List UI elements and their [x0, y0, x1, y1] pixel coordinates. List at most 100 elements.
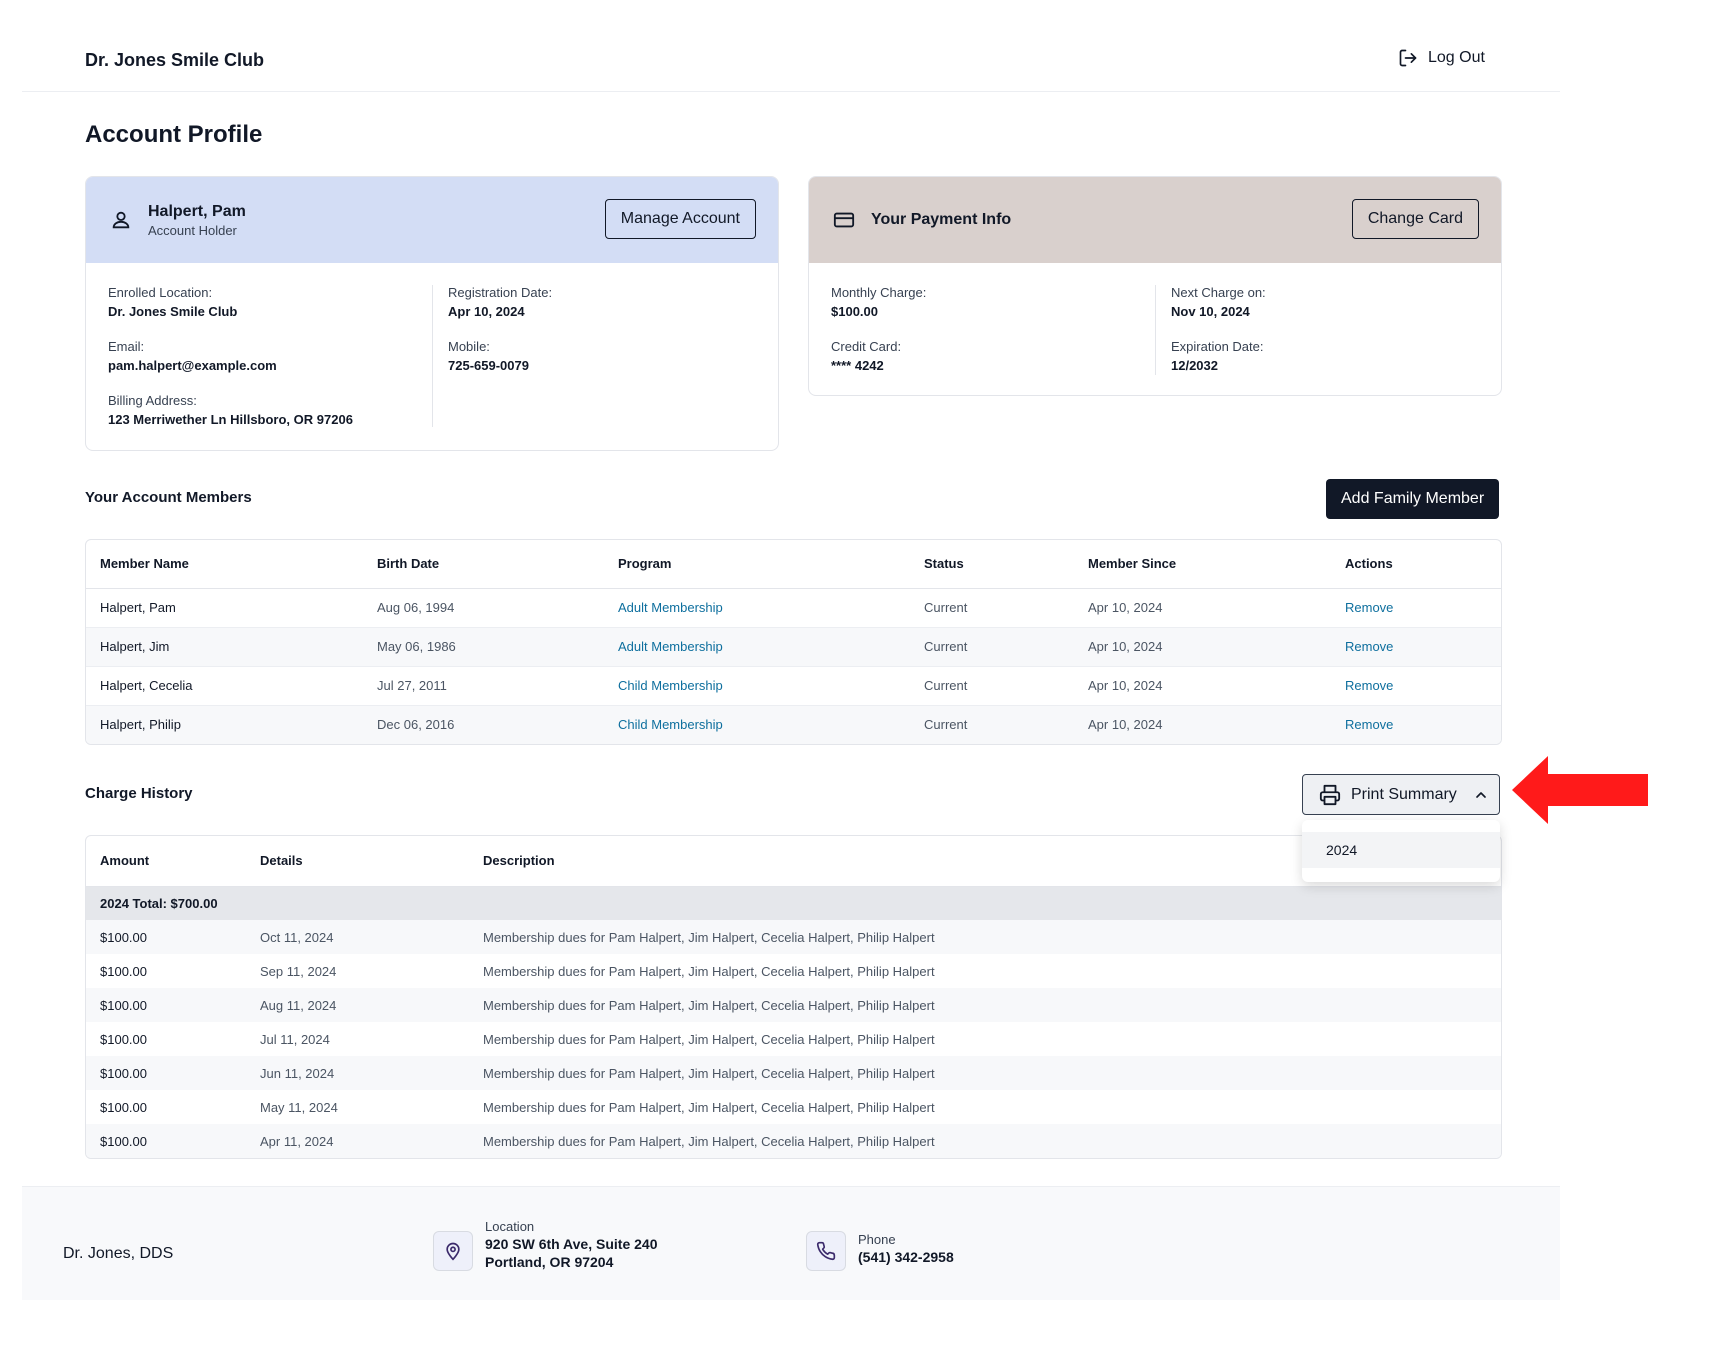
column-divider [1155, 285, 1156, 375]
footer-location-label: Location [485, 1219, 535, 1234]
user-icon [108, 207, 134, 233]
charge-date: Oct 11, 2024 [260, 929, 334, 945]
dropdown-option-year[interactable]: 2024 [1302, 832, 1500, 868]
charge-description: Membership dues for Pam Halpert, Jim Hal… [483, 1031, 935, 1047]
top-bar: Dr. Jones Smile Club Log Out [22, 0, 1560, 92]
member-status: Current [910, 588, 1074, 628]
member-since: Apr 10, 2024 [1074, 627, 1331, 667]
add-family-member-button[interactable]: Add Family Member [1326, 479, 1500, 519]
payment-card-header: Your Payment Info Change Card [809, 177, 1501, 263]
charge-description: Membership dues for Pam Halpert, Jim Hal… [483, 1099, 935, 1115]
member-name: Halpert, Jim [86, 627, 363, 667]
member-row: Halpert, Pam Aug 06, 1994 Adult Membership… [86, 588, 1501, 628]
charge-row: $100.00 Oct 11, 2024 Membership dues for P… [86, 920, 1501, 954]
enrolled-location-label: Enrolled Location: [108, 285, 213, 300]
charge-date: Aug 11, 2024 [260, 997, 337, 1013]
member-status: Current [910, 666, 1074, 706]
registration-date-label: Registration Date: [448, 285, 553, 300]
page-title: Account Profile [85, 121, 263, 148]
member-program-link[interactable]: Adult Membership [604, 627, 910, 667]
logout-icon [1399, 49, 1417, 67]
billing-address-value: 123 Merriwether Ln Hillsboro, OR 97206 [108, 412, 353, 427]
print-summary-label: Print Summary [1351, 785, 1457, 803]
change-card-button[interactable]: Change Card [1351, 199, 1479, 239]
col-status: Status [910, 540, 1074, 589]
charge-date: Apr 11, 2024 [260, 1133, 334, 1149]
email-label: Email: [108, 339, 145, 354]
member-program-link[interactable]: Adult Membership [604, 588, 910, 628]
charge-row: $100.00 Jun 11, 2024 Membership dues for P… [86, 1056, 1501, 1090]
footer-practice-name: Dr. Jones, DDS [63, 1245, 174, 1262]
account-members-title: Your Account Members [85, 489, 252, 506]
footer-address-line1: 920 SW 6th Ave, Suite 240 [485, 1236, 658, 1252]
credit-card-label: Credit Card: [831, 339, 902, 354]
printer-icon [1319, 784, 1341, 805]
charge-description: Membership dues for Pam Halpert, Jim Hal… [483, 1065, 935, 1081]
charge-amount: $100.00 [100, 1133, 147, 1149]
charge-row: $100.00 Aug 11, 2024 Membership dues for P… [86, 988, 1501, 1022]
member-status: Current [910, 627, 1074, 667]
email-value: pam.halpert@example.com [108, 358, 277, 373]
footer-phone-label: Phone [858, 1232, 896, 1247]
next-charge-value: Nov 10, 2024 [1171, 304, 1250, 319]
expiration-date-value: 12/2032 [1171, 358, 1218, 373]
charge-amount: $100.00 [100, 1099, 147, 1115]
monthly-charge-value: $100.00 [831, 304, 878, 319]
remove-member-link[interactable]: Remove [1331, 588, 1501, 628]
account-holder-role: Account Holder [148, 222, 237, 238]
charge-description: Membership dues for Pam Halpert, Jim Hal… [483, 997, 935, 1013]
account-holder-name: Halpert, Pam [148, 202, 246, 220]
charge-row: $100.00 Jul 11, 2024 Membership dues for P… [86, 1022, 1501, 1056]
member-name: Halpert, Cecelia [86, 666, 363, 706]
charge-date: May 11, 2024 [260, 1099, 338, 1115]
credit-card-icon [831, 207, 857, 233]
col-amount: Amount [86, 836, 246, 887]
phone-icon [806, 1231, 846, 1271]
print-summary-button[interactable]: Print Summary [1302, 774, 1500, 815]
remove-member-link[interactable]: Remove [1331, 627, 1501, 667]
charge-row: $100.00 Sep 11, 2024 Membership dues for P… [86, 954, 1501, 988]
column-divider [432, 285, 433, 427]
registration-date-value: Apr 10, 2024 [448, 304, 525, 319]
member-birth-date: Dec 06, 2016 [363, 705, 604, 744]
member-birth-date: Aug 06, 1994 [363, 588, 604, 628]
brand-name: Dr. Jones Smile Club [85, 50, 265, 70]
charge-history-title: Charge History [85, 785, 193, 802]
logout-label: Log Out [1428, 49, 1485, 66]
charge-date: Jun 11, 2024 [260, 1065, 335, 1081]
col-details: Details [246, 836, 469, 887]
member-name: Halpert, Philip [86, 705, 363, 744]
member-row: Halpert, Philip Dec 06, 2016 Child Members… [86, 705, 1501, 744]
charge-date: Sep 11, 2024 [260, 963, 337, 979]
next-charge-label: Next Charge on: [1171, 285, 1266, 300]
credit-card-value: **** 4242 [831, 358, 884, 373]
member-birth-date: Jul 27, 2011 [363, 666, 604, 706]
account-card-header: Halpert, Pam Account Holder Manage Accou… [86, 177, 778, 263]
charge-amount: $100.00 [100, 929, 147, 945]
charge-amount: $100.00 [100, 997, 147, 1013]
charge-description: Membership dues for Pam Halpert, Jim Hal… [483, 929, 935, 945]
year-total-label: 2024 Total: $700.00 [86, 886, 1501, 920]
member-row: Halpert, Cecelia Jul 27, 2011 Child Member… [86, 666, 1501, 706]
member-status: Current [910, 705, 1074, 744]
manage-account-button[interactable]: Manage Account [604, 199, 756, 239]
charge-row: $100.00 Apr 11, 2024 Membership dues for P… [86, 1124, 1501, 1158]
page: Dr. Jones Smile Club Log Out [22, 0, 1560, 92]
remove-member-link[interactable]: Remove [1331, 705, 1501, 744]
payment-info-title: Your Payment Info [871, 211, 1012, 228]
payment-info-card: Your Payment Info Change Card Monthly Ch… [808, 176, 1502, 396]
year-total-row: 2024 Total: $700.00 [86, 886, 1501, 920]
member-name: Halpert, Pam [86, 588, 363, 628]
remove-member-link[interactable]: Remove [1331, 666, 1501, 706]
mobile-value: 725-659-0079 [448, 358, 529, 373]
member-program-link[interactable]: Child Membership [604, 666, 910, 706]
billing-address-label: Billing Address: [108, 393, 197, 408]
logout-button[interactable]: Log Out [1398, 48, 1485, 68]
footer-phone-number[interactable]: (541) 342-2958 [858, 1249, 954, 1265]
charge-history-table: Amount Details Description 2024 Total: $… [85, 835, 1502, 1159]
member-since: Apr 10, 2024 [1074, 588, 1331, 628]
map-pin-icon [433, 1231, 473, 1271]
print-summary-dropdown: 2024 [1302, 820, 1500, 882]
member-program-link[interactable]: Child Membership [604, 705, 910, 744]
footer-phone: Phone (541) 342-2958 [806, 1231, 954, 1271]
